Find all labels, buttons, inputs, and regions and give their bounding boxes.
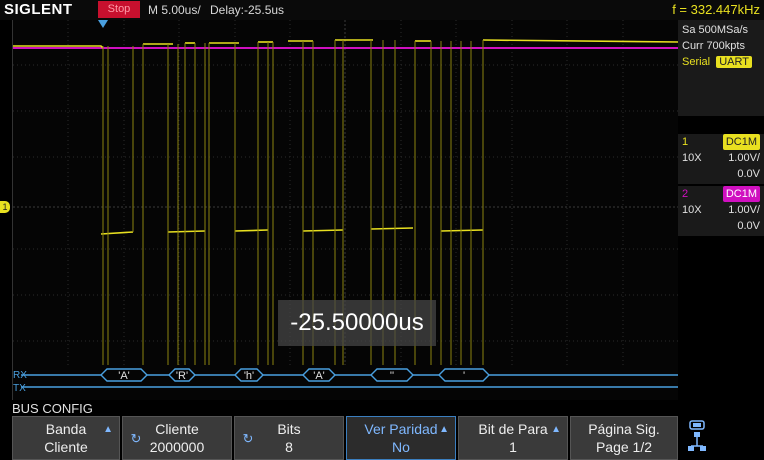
status-bar: SIGLENT Stop M 5.00us/ Delay:-25.5us f =… bbox=[0, 0, 764, 20]
decoded-byte: 'h' bbox=[244, 370, 254, 382]
ch2-offset: 0.0V bbox=[737, 220, 760, 232]
delay-popup: -25.50000us bbox=[278, 300, 436, 346]
arrow-up-icon: ▲ bbox=[103, 424, 113, 435]
ch1-scale: 1.00V/ bbox=[728, 152, 760, 164]
usb-network-icon bbox=[688, 420, 706, 451]
ch1-level-marker[interactable]: 1 bbox=[0, 201, 10, 213]
knob-icon: ↻ bbox=[242, 431, 254, 446]
softkey-ver-paridad[interactable]: Ver Paridad No ▲ bbox=[346, 416, 456, 460]
softkey-pagina-siguiente[interactable]: Página Sig. Page 1/2 bbox=[570, 416, 678, 460]
delay-readout[interactable]: Delay:-25.5us bbox=[210, 0, 284, 20]
frequency-counter: f = 332.447kHz bbox=[672, 2, 760, 17]
trigger-mode: Serial UART bbox=[678, 54, 764, 70]
timebase-readout[interactable]: M 5.00us/ bbox=[148, 0, 201, 20]
side-panel: Sa 500MSa/s Curr 700kpts Serial UART 1 D… bbox=[678, 20, 764, 400]
ch1-offset: 0.0V bbox=[737, 168, 760, 180]
ch2-probe: 10X bbox=[682, 204, 702, 216]
memory-depth: Curr 700kpts bbox=[682, 40, 745, 52]
ch2-coupling: DC1M bbox=[722, 186, 760, 202]
waveform-display[interactable]: 'A' 'R' 'h' 'A' '' ' S RX TX -25.50000us bbox=[12, 20, 678, 400]
softkey-bar: Banda Cliente ▲ ↻ Cliente 2000000 ↻ Bits… bbox=[12, 416, 764, 460]
run-stop-indicator[interactable]: Stop bbox=[98, 1, 140, 18]
bus-tx-label: TX bbox=[13, 383, 26, 394]
softkey-cliente[interactable]: ↻ Cliente 2000000 bbox=[122, 416, 232, 460]
ch1-probe: 10X bbox=[682, 152, 702, 164]
arrow-up-icon: ▲ bbox=[551, 424, 561, 435]
arrow-up-icon: ▲ bbox=[439, 424, 449, 435]
menu-title: BUS CONFIG bbox=[12, 401, 93, 416]
bus-rx-label: RX bbox=[13, 370, 27, 381]
brand-logo: SIGLENT bbox=[4, 1, 73, 18]
softkey-bits[interactable]: ↻ Bits 8 bbox=[234, 416, 344, 460]
decoded-byte: 'A' bbox=[313, 370, 325, 382]
decoded-byte: ' bbox=[463, 370, 465, 382]
softkey-banda[interactable]: Banda Cliente ▲ bbox=[12, 416, 120, 460]
ch2-scale: 1.00V/ bbox=[728, 204, 760, 216]
ch2-info[interactable]: 2 DC1M 10X 1.00V/ 0.0V bbox=[678, 186, 764, 236]
sample-rate: Sa 500MSa/s bbox=[682, 24, 749, 36]
decoded-byte: 'R' bbox=[176, 370, 188, 382]
softkey-bit-de-parada[interactable]: Bit de Para 1 ▲ bbox=[458, 416, 568, 460]
ch1-coupling: DC1M bbox=[722, 134, 760, 150]
trigger-position-marker bbox=[98, 20, 108, 28]
decoded-byte: '' bbox=[390, 370, 394, 382]
knob-icon: ↻ bbox=[130, 431, 142, 446]
decoded-byte: 'A' bbox=[118, 370, 130, 382]
ch1-info[interactable]: 1 DC1M 10X 1.00V/ 0.0V bbox=[678, 134, 764, 184]
acquisition-info[interactable]: Sa 500MSa/s Curr 700kpts Serial UART bbox=[678, 20, 764, 116]
